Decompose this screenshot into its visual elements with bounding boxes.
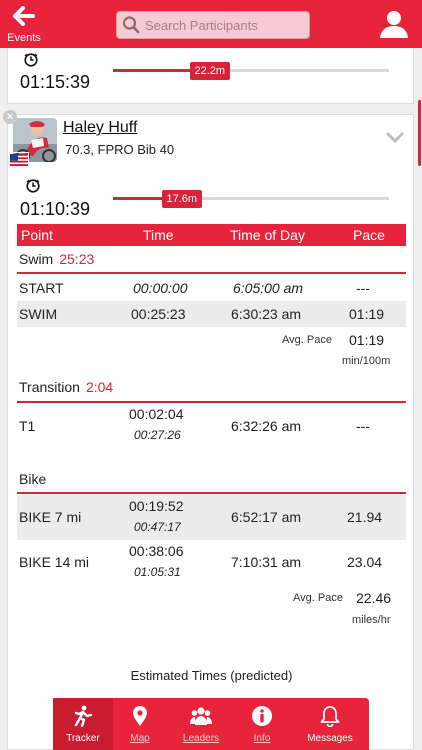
table-row: T1 00:02:04 00:27:26 6:32:26 am --- — [17, 404, 406, 448]
back-label: Events — [7, 32, 41, 44]
remove-icon[interactable]: × — [3, 110, 17, 124]
clock-icon — [24, 53, 38, 67]
avg-pace-value: 01:19 — [349, 332, 385, 348]
section-label: Transition — [19, 379, 80, 395]
athlete-details: 70.3, FPRO Bib 40 — [65, 142, 175, 157]
row-cumulative-time: 00:47:17 — [134, 520, 181, 534]
col-point: Point — [21, 227, 53, 243]
map-pin-icon — [133, 706, 147, 726]
tab-label: Messages — [307, 733, 353, 744]
tab-map[interactable]: Map — [110, 698, 170, 750]
avg-pace-label: Avg. Pace — [282, 334, 332, 346]
section-divider — [17, 272, 406, 274]
estimated-times-label: Estimated Times (predicted) — [130, 668, 293, 683]
athlete-card[interactable]: × Haley Huff 70.3, FPRO Bib 40 01:10:39 … — [3, 110, 414, 750]
table-row: BIKE 7 mi 00:19:52 00:47:17 6:52:17 am 2… — [17, 495, 406, 540]
row-point: BIKE 14 mi — [19, 554, 90, 570]
bell-icon — [320, 706, 340, 727]
bottom-tab-bar: Tracker Map Leaders Info Messages — [53, 698, 369, 750]
tab-label: Tracker — [66, 733, 100, 744]
row-cumulative-time: 01:05:31 — [134, 565, 181, 579]
section-bike: Bike — [19, 471, 46, 487]
table-row: SWIM 00:25:23 6:30:23 am 01:19 — [17, 301, 406, 327]
row-point: T1 — [19, 418, 36, 434]
row-point: BIKE 7 mi — [19, 509, 82, 525]
row-point: SWIM — [19, 306, 58, 322]
row-pace: 23.04 — [347, 554, 383, 570]
progress-badge: 17.6m — [161, 190, 203, 208]
back-button[interactable]: Events — [4, 6, 44, 46]
table-row: START 00:00:00 6:05:00 am --- — [17, 275, 406, 301]
avg-pace-value: 22.46 — [356, 590, 392, 606]
tab-messages[interactable]: Messages — [300, 698, 360, 750]
row-time: 00:25:23 — [131, 306, 186, 322]
row-time: 00:00:00 — [133, 280, 188, 296]
group-icon — [190, 707, 212, 725]
section-transition: Transition 2:04 — [19, 379, 113, 395]
section-swim: Swim 25:23 — [19, 251, 94, 267]
section-label: Swim — [19, 251, 54, 267]
section-divider — [17, 492, 406, 494]
table-row: BIKE 14 mi 00:38:06 01:05:31 7:10:31 am … — [17, 540, 406, 586]
section-divider — [17, 401, 406, 403]
elapsed-time: 01:10:39 — [20, 199, 91, 219]
profile-icon[interactable] — [378, 8, 410, 40]
clock-icon — [26, 179, 40, 193]
row-cumulative-time: 00:27:26 — [134, 428, 181, 442]
row-time-of-day: 6:52:17 am — [231, 509, 302, 525]
row-time: 00:38:06 — [129, 543, 184, 559]
search-input[interactable]: Search Participants — [116, 11, 310, 39]
row-time: 00:02:04 — [129, 406, 184, 422]
chevron-down-icon[interactable] — [386, 131, 404, 144]
row-pace: 01:19 — [349, 306, 385, 322]
tab-label: Leaders — [182, 733, 220, 744]
col-time: Time — [143, 227, 174, 243]
athlete-name-link[interactable]: Haley Huff — [63, 119, 137, 137]
elapsed-time: 01:15:39 — [20, 72, 91, 92]
progress-track — [113, 197, 389, 200]
avg-pace-unit: min/100m — [342, 355, 391, 367]
row-time-of-day: 6:30:23 am — [231, 306, 302, 322]
avg-pace-unit: miles/hr — [352, 614, 391, 626]
athlete-card-previous[interactable]: 01:15:39 22.2m — [7, 48, 414, 104]
row-pace: --- — [356, 280, 370, 296]
tab-label: Map — [130, 733, 150, 744]
row-time: 00:19:52 — [129, 498, 184, 514]
search-icon — [122, 15, 140, 35]
row-pace: --- — [356, 418, 370, 434]
scrollbar[interactable] — [418, 100, 421, 166]
row-time-of-day: 7:10:31 am — [231, 554, 302, 570]
us-flag-icon — [9, 152, 29, 166]
progress-badge: 22.2m — [189, 62, 231, 80]
row-time-of-day: 6:32:26 am — [231, 418, 302, 434]
section-total: 2:04 — [85, 379, 114, 395]
section-total: 25:23 — [59, 251, 95, 267]
avg-pace-label: Avg. Pace — [293, 592, 343, 604]
col-time-of-day: Time of Day — [230, 227, 305, 243]
tab-tracker[interactable]: Tracker — [53, 698, 113, 750]
info-icon — [252, 706, 272, 726]
search-placeholder: Search Participants — [145, 18, 258, 33]
section-label: Bike — [19, 471, 47, 487]
row-pace: 21.94 — [347, 509, 383, 525]
row-time-of-day: 6:05:00 am — [233, 280, 304, 296]
progress-track — [113, 69, 389, 72]
back-arrow-icon — [4, 6, 44, 30]
tab-leaders[interactable]: Leaders — [171, 698, 231, 750]
runner-icon — [74, 705, 93, 727]
splits-table-header: Point Time Time of Day Pace — [17, 224, 406, 246]
tab-label: Info — [253, 733, 271, 744]
top-bar: Events Search Participants — [0, 0, 422, 48]
row-point: START — [19, 280, 64, 296]
tab-info[interactable]: Info — [232, 698, 292, 750]
col-pace: Pace — [353, 227, 385, 243]
